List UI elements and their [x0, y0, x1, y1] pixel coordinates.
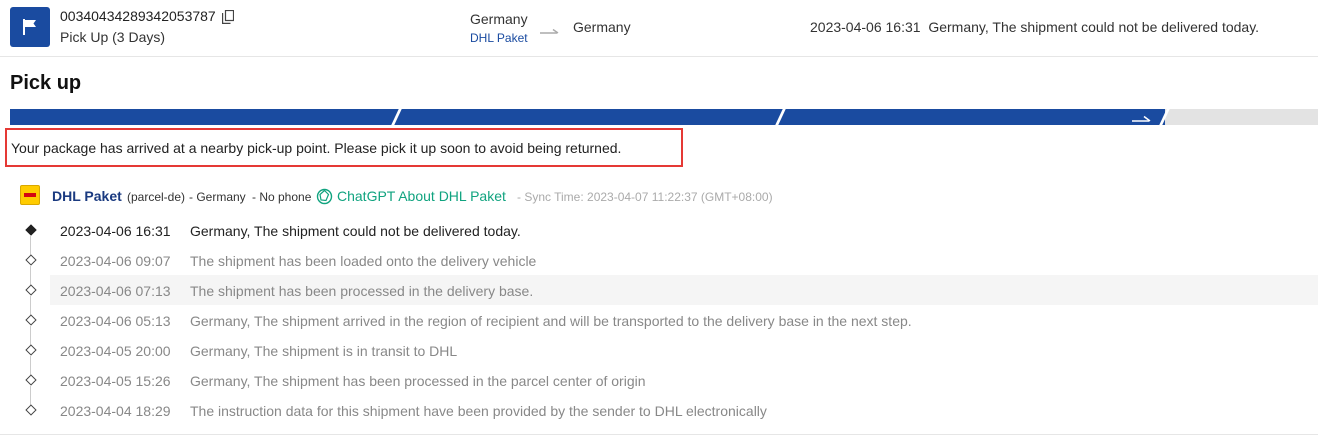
progress-remaining — [1165, 109, 1318, 125]
chatgpt-icon[interactable] — [316, 188, 333, 208]
current-step-arrow-icon — [1131, 112, 1153, 130]
timeline-dot-icon — [25, 224, 37, 236]
timeline-dot-icon — [25, 374, 37, 386]
event-row: 2023-04-06 07:13 The shipment has been p… — [0, 275, 1318, 315]
event-description: The shipment has been loaded onto the de… — [190, 253, 537, 269]
timeline-dot-icon — [25, 284, 37, 296]
pickup-notice-text: Your package has arrived at a nearby pic… — [11, 140, 622, 156]
shipment-status: Pick Up (3 Days) — [60, 29, 166, 45]
timeline-dot-icon — [25, 314, 37, 326]
flag-icon — [10, 7, 50, 47]
sync-time: - Sync Time: 2023-04-07 11:22:37 (GMT+08… — [517, 190, 773, 204]
event-row: 2023-04-05 15:26 Germany, The shipment h… — [0, 365, 1318, 405]
destination-country: Germany — [573, 19, 631, 35]
timeline-dot-icon — [25, 344, 37, 356]
carrier-code: (parcel-de) — [127, 190, 186, 204]
event-description: Germany, The shipment arrived in the reg… — [190, 313, 912, 329]
carrier-name[interactable]: DHL Paket — [52, 188, 122, 204]
dhl-logo-icon — [20, 185, 40, 205]
event-time: 2023-04-06 16:31 — [60, 223, 171, 239]
event-time: 2023-04-06 07:13 — [60, 283, 171, 299]
chatgpt-link[interactable]: ChatGPT About DHL Paket — [337, 188, 506, 204]
origin-country: Germany — [470, 11, 528, 27]
event-row: 2023-04-05 20:00 Germany, The shipment i… — [0, 335, 1318, 375]
latest-event-time: 2023-04-06 16:31 — [810, 19, 921, 35]
progress-done — [10, 109, 1165, 125]
event-description: Germany, The shipment is in transit to D… — [190, 343, 458, 359]
timeline-dot-icon — [25, 254, 37, 266]
bottom-divider — [0, 434, 1318, 435]
shipment-header: 00340434289342053787 Pick Up (3 Days) Ge… — [0, 0, 1318, 57]
latest-event-text: Germany, The shipment could not be deliv… — [928, 19, 1260, 35]
event-time: 2023-04-06 09:07 — [60, 253, 171, 269]
arrow-right-icon — [540, 23, 560, 41]
event-row: 2023-04-04 18:29 The instruction data fo… — [0, 395, 1318, 425]
pickup-notice: Your package has arrived at a nearby pic… — [5, 128, 683, 167]
page-title: Pick up — [10, 72, 82, 94]
event-time: 2023-04-05 15:26 — [60, 373, 171, 389]
event-time: 2023-04-06 05:13 — [60, 313, 171, 329]
copy-icon[interactable] — [222, 9, 235, 24]
event-description: Germany, The shipment could not be deliv… — [190, 223, 521, 239]
progress-bar — [10, 107, 1318, 127]
event-row: 2023-04-06 16:31 Germany, The shipment c… — [0, 215, 1318, 255]
event-description: The instruction data for this shipment h… — [190, 403, 767, 419]
event-description: Germany, The shipment has been processed… — [190, 373, 646, 389]
carrier-phone: - No phone — [252, 190, 312, 204]
carrier-link[interactable]: DHL Paket — [470, 31, 528, 45]
event-time: 2023-04-05 20:00 — [60, 343, 171, 359]
event-row: 2023-04-06 09:07 The shipment has been l… — [0, 245, 1318, 285]
timeline-dot-icon — [25, 404, 37, 416]
event-row: 2023-04-06 05:13 Germany, The shipment a… — [0, 305, 1318, 345]
tracking-number: 00340434289342053787 — [60, 8, 216, 24]
event-time: 2023-04-04 18:29 — [60, 403, 171, 419]
event-description: The shipment has been processed in the d… — [190, 283, 534, 299]
carrier-country: - Germany — [189, 190, 246, 204]
latest-event: 2023-04-06 16:31 Germany, The shipment c… — [810, 19, 1259, 35]
